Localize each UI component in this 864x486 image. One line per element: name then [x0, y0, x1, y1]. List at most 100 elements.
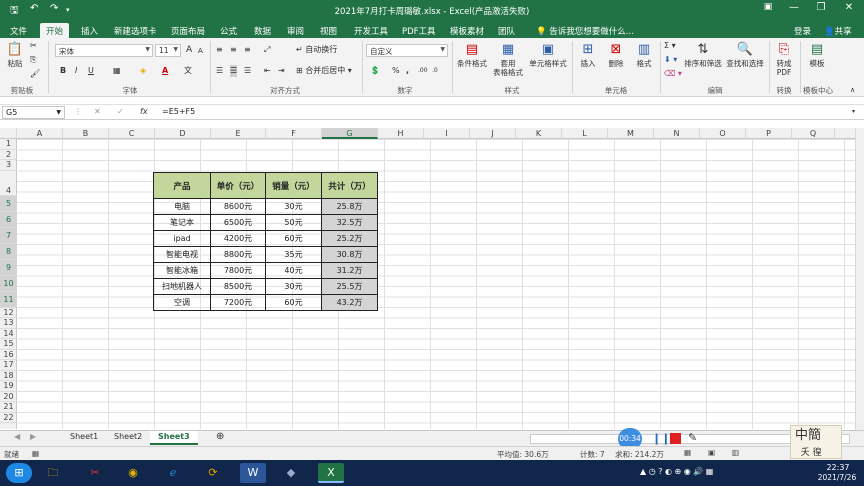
- row-header-2[interactable]: 2: [0, 150, 17, 160]
- table-cell[interactable]: 智能冰箱: [153, 262, 211, 279]
- number-format-select[interactable]: 自定义 ▼: [366, 44, 448, 57]
- template-button[interactable]: ▤ 模板: [804, 42, 830, 68]
- row-header-10[interactable]: 10: [0, 275, 17, 292]
- row-header-5[interactable]: 5: [0, 195, 17, 212]
- table-cell[interactable]: 40元: [265, 262, 322, 279]
- share-button[interactable]: 👤共享: [818, 23, 858, 38]
- table-cell[interactable]: 7200元: [210, 294, 266, 311]
- decrease-indent-icon[interactable]: ⇤: [264, 65, 271, 77]
- tab-file[interactable]: 文件: [4, 23, 33, 38]
- table-cell[interactable]: 8500元: [210, 278, 266, 295]
- tab-home[interactable]: 开始: [40, 23, 70, 38]
- expand-formula-icon[interactable]: ▾: [852, 106, 855, 118]
- column-header-g[interactable]: G: [322, 128, 378, 139]
- file-explorer-icon[interactable]: 🗀: [40, 463, 66, 483]
- conditional-format-button[interactable]: ▤ 条件格式: [454, 42, 490, 68]
- row-header-4[interactable]: 4: [0, 171, 17, 196]
- macro-record-icon[interactable]: ▦: [32, 449, 39, 458]
- tab-team[interactable]: 团队: [492, 23, 521, 38]
- row-header-22[interactable]: 22: [0, 413, 17, 423]
- table-cell[interactable]: 电脑: [153, 198, 211, 215]
- column-header-q[interactable]: Q: [792, 128, 835, 139]
- paste-button[interactable]: 📋 粘贴: [3, 42, 27, 68]
- cancel-button[interactable]: ✕: [94, 106, 101, 118]
- column-header-f[interactable]: F: [266, 128, 322, 139]
- orientation-icon[interactable]: ⤢: [264, 44, 270, 56]
- column-header-p[interactable]: P: [746, 128, 792, 139]
- name-box[interactable]: G5 ▼: [2, 106, 65, 119]
- chrome-icon[interactable]: ◉: [120, 463, 146, 483]
- select-all-corner[interactable]: [0, 128, 17, 139]
- shrink-font-button[interactable]: A: [198, 45, 203, 57]
- tab-templates[interactable]: 模板素材: [444, 23, 490, 38]
- page-layout-view-icon[interactable]: ▣: [708, 448, 715, 457]
- total-cell[interactable]: 25.2万: [321, 230, 378, 247]
- tab-insert[interactable]: 插入: [75, 23, 104, 38]
- format-cells-button[interactable]: ▥ 格式: [630, 42, 658, 68]
- row-header-13[interactable]: 13: [0, 318, 17, 329]
- total-cell[interactable]: 25.5万: [321, 278, 378, 295]
- align-left-icon[interactable]: ☰: [216, 65, 223, 77]
- delete-cells-button[interactable]: ⊠ 删除: [602, 42, 630, 68]
- underline-button[interactable]: U: [88, 65, 94, 77]
- table-cell[interactable]: 8600元: [210, 198, 266, 215]
- table-cell[interactable]: 7800元: [210, 262, 266, 279]
- tab-new[interactable]: 新建选项卡: [108, 23, 163, 38]
- increase-indent-icon[interactable]: ⇥: [278, 65, 285, 77]
- row-header-19[interactable]: 19: [0, 381, 17, 392]
- total-cell[interactable]: 30.8万: [321, 246, 378, 263]
- tab-developer[interactable]: 开发工具: [348, 23, 394, 38]
- bold-button[interactable]: B: [60, 65, 66, 77]
- start-icon[interactable]: ⊞: [6, 463, 32, 483]
- enter-button[interactable]: ✓: [117, 106, 124, 118]
- align-center-icon[interactable]: ☰: [230, 65, 238, 77]
- column-header-c[interactable]: C: [109, 128, 155, 139]
- find-select-button[interactable]: 🔍 查找和选择: [724, 42, 766, 68]
- table-cell[interactable]: 30元: [265, 278, 322, 295]
- snipping-icon[interactable]: ✂: [82, 463, 108, 483]
- grow-font-button[interactable]: A: [186, 44, 192, 56]
- row-header-8[interactable]: 8: [0, 243, 17, 260]
- word-icon[interactable]: W: [240, 463, 266, 483]
- table-cell[interactable]: 笔记本: [153, 214, 211, 231]
- row-header-18[interactable]: 18: [0, 371, 17, 381]
- sort-filter-button[interactable]: ⇅ 排序和筛选: [682, 42, 724, 68]
- comma-button[interactable]: ,: [406, 65, 409, 77]
- increase-decimal-icon[interactable]: .00: [418, 65, 428, 77]
- table-cell[interactable]: 空调: [153, 294, 211, 311]
- row-header-7[interactable]: 7: [0, 227, 17, 244]
- tab-pdf[interactable]: PDF工具: [396, 23, 442, 38]
- italic-button[interactable]: I: [75, 65, 77, 77]
- align-bottom-icon[interactable]: ≡: [244, 44, 251, 56]
- autosum-icon[interactable]: Σ ▾: [664, 40, 676, 52]
- tab-formulas[interactable]: 公式: [214, 23, 243, 38]
- merge-center-button[interactable]: ⊞ 合并后居中 ▾: [296, 65, 352, 77]
- stop-icon[interactable]: [670, 433, 681, 444]
- table-cell[interactable]: 6500元: [210, 214, 266, 231]
- align-middle-icon[interactable]: ≡: [230, 44, 237, 56]
- decrease-decimal-icon[interactable]: .0: [432, 65, 438, 77]
- border-icon[interactable]: ▦: [113, 65, 121, 77]
- row-header-20[interactable]: 20: [0, 392, 17, 402]
- sheet-tab-3[interactable]: Sheet3: [150, 431, 198, 445]
- add-sheet-icon[interactable]: ⊕: [208, 430, 232, 444]
- font-size-select[interactable]: 11 ▼: [155, 44, 181, 57]
- formula-input[interactable]: =E5+F5: [162, 107, 195, 116]
- table-header-cell[interactable]: 销量（元）: [265, 172, 322, 199]
- row-header-12[interactable]: 12: [0, 308, 17, 318]
- wrap-text-button[interactable]: ↵ 自动换行: [296, 44, 337, 56]
- worksheet-grid[interactable]: [17, 139, 855, 429]
- table-header-cell[interactable]: 共计（万）: [321, 172, 378, 199]
- cell-styles-button[interactable]: ▣ 单元格样式: [526, 42, 570, 68]
- column-header-i[interactable]: I: [424, 128, 470, 139]
- tray-icons[interactable]: ▲ ◷ ? ◐ ⊕ ◉ 🔊 ▦: [640, 467, 713, 476]
- copy-icon[interactable]: ⎘: [30, 54, 36, 66]
- format-painter-icon[interactable]: 🖌: [30, 68, 40, 80]
- cut-icon[interactable]: ✂: [30, 40, 37, 52]
- total-cell[interactable]: 25.8万: [321, 198, 378, 215]
- sheet-tab-2[interactable]: Sheet2: [106, 431, 150, 445]
- normal-view-icon[interactable]: ▦: [684, 448, 691, 457]
- column-header-e[interactable]: E: [211, 128, 266, 139]
- currency-icon[interactable]: 💲: [370, 65, 380, 77]
- tab-view[interactable]: 视图: [314, 23, 343, 38]
